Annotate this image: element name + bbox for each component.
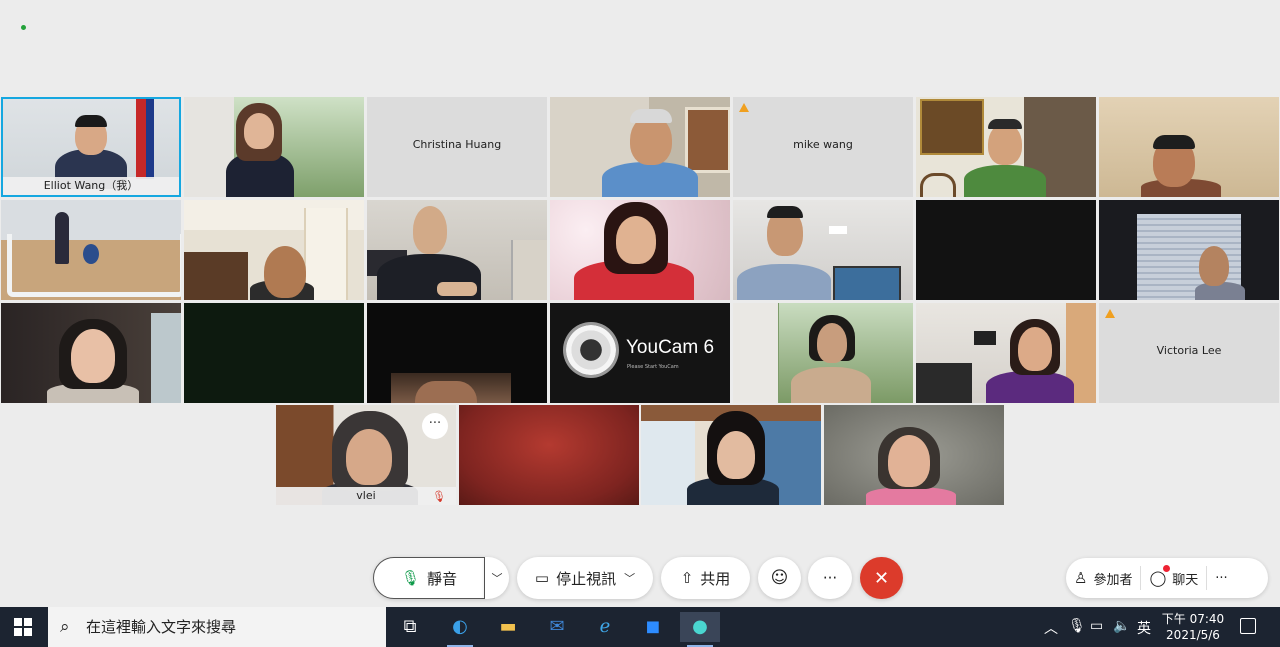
connection-status-dot [21,25,26,30]
video-tile[interactable] [367,303,547,403]
show-hidden-icons-icon[interactable]: ︿ [1044,618,1058,638]
video-tile[interactable] [550,97,730,197]
mic-muted-icon: 🎙 [432,490,446,503]
mute-options-button[interactable]: ﹀ [485,557,509,599]
mute-label: 靜音 [427,569,458,588]
warning-icon [1105,309,1115,318]
video-tile[interactable]: mike wang [733,97,913,197]
microphone-icon: 🎙 [400,569,421,587]
network-icon[interactable]: ▭ [1090,618,1103,634]
more-icon: ··· [1215,570,1228,586]
video-camera-icon: ▭ [534,569,550,587]
chevron-down-icon[interactable]: ﹀ [624,570,635,586]
unread-indicator [1163,565,1171,572]
video-tile[interactable]: ··· vlei 🎙 [276,405,456,505]
chevron-down-icon: ﹀ [491,572,503,585]
video-tile[interactable] [916,97,1096,197]
video-tile[interactable] [184,97,364,197]
search-placeholder: 在這裡輸入文字來搜尋 [86,618,237,636]
clock-date: 2021/5/6 [1166,628,1220,642]
windows-taskbar: ⌕ 在這裡輸入文字來搜尋 ⧉ ◐ ▬ ✉ ℯ ◼ ● ︿ 🎙 ▭ 🔈 英 下午 … [0,607,1280,647]
video-tile[interactable] [184,303,364,403]
side-panel-toggles: ♙ 參加者 ◯ 聊天 ··· [1066,558,1268,598]
close-icon: ✕ [873,567,890,589]
chat-label: 聊天 [1172,572,1199,588]
flag [136,99,154,179]
participant-name: Christina Huang [412,138,502,151]
video-tile[interactable] [1099,97,1279,197]
youcam-subtitle: Please Start YouCam [627,364,679,370]
taskbar-clock[interactable]: 下午 07:40 2021/5/6 [1160,611,1226,643]
taskbar-search-input[interactable]: ⌕ 在這裡輸入文字來搜尋 [48,607,386,647]
chat-bubble-icon: ◯ [1149,569,1167,587]
video-tile[interactable] [1,200,181,300]
leave-meeting-button[interactable]: ✕ [860,557,903,599]
participant-name: mike wang [793,138,853,151]
video-tile[interactable] [824,405,1004,505]
edge-browser-icon[interactable]: ◐ [440,612,480,647]
video-tile[interactable] [459,405,639,505]
video-tile[interactable] [916,200,1096,300]
video-tile[interactable]: Christina Huang [367,97,547,197]
chat-button[interactable]: ◯ 聊天 [1141,558,1206,598]
share-button[interactable]: ⇧ 共用 [661,557,750,599]
meeting-app-icon[interactable]: ● [680,612,720,647]
video-tile[interactable] [733,303,913,403]
share-icon: ⇧ [680,569,694,587]
volume-icon[interactable]: 🔈 [1113,618,1130,634]
video-tile-self[interactable]: Elliot Wang（我） [1,97,181,197]
participants-label: 參加者 [1093,572,1133,588]
overflow-button[interactable]: ··· [1207,558,1235,598]
more-icon: ··· [822,569,838,587]
video-tile[interactable] [550,200,730,300]
microphone-tray-icon[interactable]: 🎙 [1068,618,1086,634]
smiley-icon: ☺ [770,568,789,588]
person-icon: ♙ [1074,569,1088,587]
participant-more-button[interactable]: ··· [422,413,448,439]
mute-button[interactable]: 🎙 靜音 [373,557,485,599]
share-label: 共用 [700,569,731,588]
clock-time: 下午 07:40 [1161,612,1225,626]
zoom-app-icon[interactable]: ◼ [633,612,673,642]
video-tile[interactable] [184,200,364,300]
search-icon: ⌕ [60,617,70,637]
youcam-title: YouCam 6 [626,337,715,358]
video-tile[interactable]: YouCam 6 Please Start YouCam [550,303,730,403]
windows-start-icon[interactable] [14,618,32,636]
participant-name: vlei [276,487,456,505]
file-explorer-icon[interactable]: ▬ [488,612,528,642]
participants-button[interactable]: ♙ 參加者 [1066,558,1140,598]
video-tile[interactable]: Victoria Lee [1099,303,1279,403]
video-tile[interactable] [367,200,547,300]
task-view-icon[interactable]: ⧉ [390,612,430,642]
video-tile[interactable] [641,405,821,505]
mail-icon[interactable]: ✉ [537,612,577,642]
video-tile[interactable] [1099,200,1279,300]
warning-icon [739,103,749,112]
video-tile[interactable] [733,200,913,300]
notification-center-icon[interactable] [1240,618,1256,634]
participant-name: Victoria Lee [1156,344,1222,357]
stop-video-label: 停止視訊 [556,569,617,588]
video-tile[interactable] [916,303,1096,403]
reactions-button[interactable]: ☺ [758,557,801,599]
stop-video-button[interactable]: ▭ 停止視訊 ﹀ [517,557,653,599]
input-method-indicator[interactable]: 英 [1137,618,1151,638]
more-options-button[interactable]: ··· [808,557,852,599]
participant-name: Elliot Wang（我） [3,177,179,195]
internet-explorer-icon[interactable]: ℯ [585,612,625,642]
video-tile[interactable] [1,303,181,403]
camera-lens-icon [566,325,616,375]
